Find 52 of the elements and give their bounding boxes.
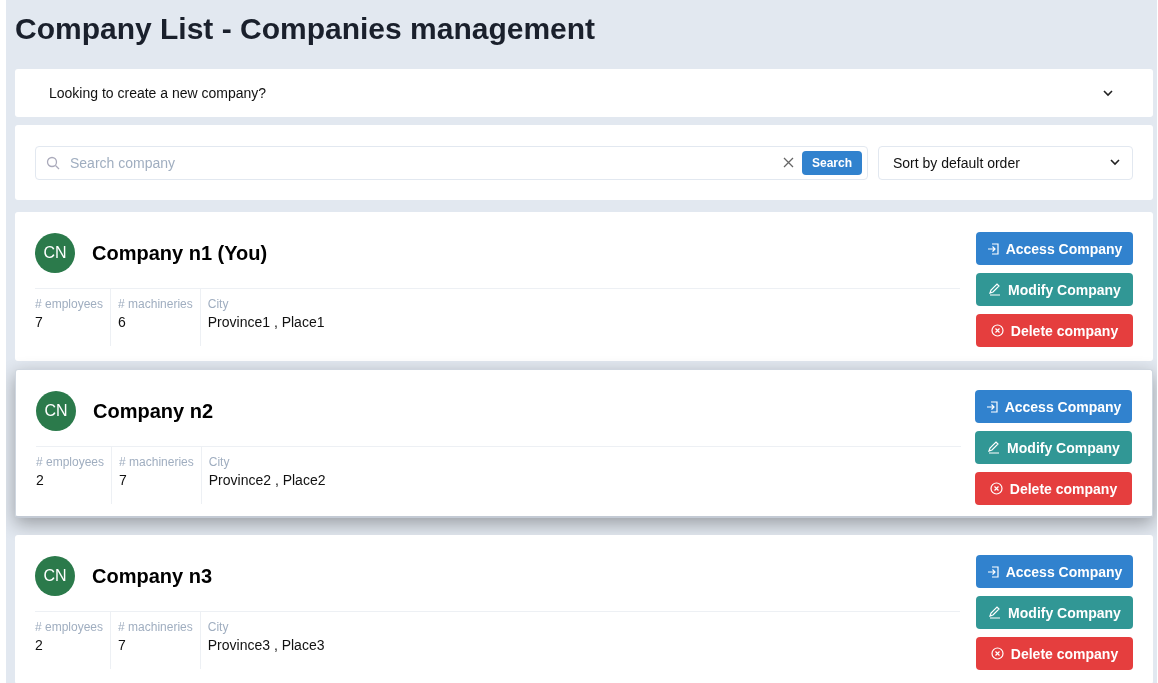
sign-in-icon <box>986 565 999 578</box>
sign-in-icon <box>985 400 998 413</box>
company-name: Company n3 <box>92 564 213 588</box>
search-icon <box>46 155 60 170</box>
stat-label: City <box>208 455 231 469</box>
stat-value: 7 <box>35 314 44 330</box>
circle-x-icon <box>989 482 1003 495</box>
sort-dropdown[interactable]: Sort by default order <box>878 145 1133 180</box>
stat-value: 7 <box>119 472 128 488</box>
stat-label: # machineries <box>119 455 194 469</box>
avatar: CN <box>35 556 75 596</box>
stat-value: Province2 , Place2 <box>208 472 326 488</box>
chevron-icon <box>1110 159 1120 166</box>
create-company-panel[interactable]: Looking to create a new company? <box>15 69 1153 117</box>
stat-value: 2 <box>35 637 44 653</box>
pencil-icon <box>988 283 1002 296</box>
avatar: CN <box>36 391 76 431</box>
stat-label: # machineries <box>118 620 193 634</box>
stat-label: City <box>207 297 230 311</box>
sign-in-icon <box>986 242 999 255</box>
modify-button[interactable]: Modify Company <box>976 596 1133 629</box>
modify-button[interactable]: Modify Company <box>976 273 1133 306</box>
pencil-icon <box>988 606 1002 619</box>
pencil-icon <box>987 441 1001 454</box>
delete-button[interactable]: Delete company <box>976 314 1133 347</box>
avatar: CN <box>35 233 75 273</box>
stat-label: # machineries <box>118 297 193 311</box>
circle-x-icon <box>990 324 1004 337</box>
stat-label: City <box>207 620 230 634</box>
stat-value: 7 <box>118 637 127 653</box>
access-button[interactable]: Access Company <box>976 555 1133 588</box>
search-button[interactable]: Search <box>801 150 862 175</box>
company-name: Company n2 <box>93 399 214 423</box>
access-button[interactable]: Access Company <box>975 390 1132 423</box>
stat-value: Province1 , Place1 <box>207 314 325 330</box>
stat-value: Province3 , Place3 <box>207 637 325 653</box>
clear-icon[interactable] <box>782 157 794 168</box>
search-field[interactable]: Search company Search <box>35 145 868 180</box>
stat-value: 2 <box>36 472 45 488</box>
access-button[interactable]: Access Company <box>976 232 1133 265</box>
delete-button[interactable]: Delete company <box>975 472 1132 505</box>
stat-label: # employees <box>35 620 104 634</box>
stat-label: # employees <box>36 455 105 469</box>
delete-button[interactable]: Delete company <box>976 637 1133 670</box>
chevron-icon <box>1103 89 1113 97</box>
stat-value: 6 <box>118 314 127 330</box>
panel-label: Looking to create a new company? <box>49 85 267 101</box>
company-name: Company n1 (You) <box>92 241 268 265</box>
modify-button[interactable]: Modify Company <box>975 431 1132 464</box>
circle-x-icon <box>990 647 1004 660</box>
page-title: Company List - Companies management <box>15 12 597 46</box>
stat-label: # employees <box>35 297 104 311</box>
